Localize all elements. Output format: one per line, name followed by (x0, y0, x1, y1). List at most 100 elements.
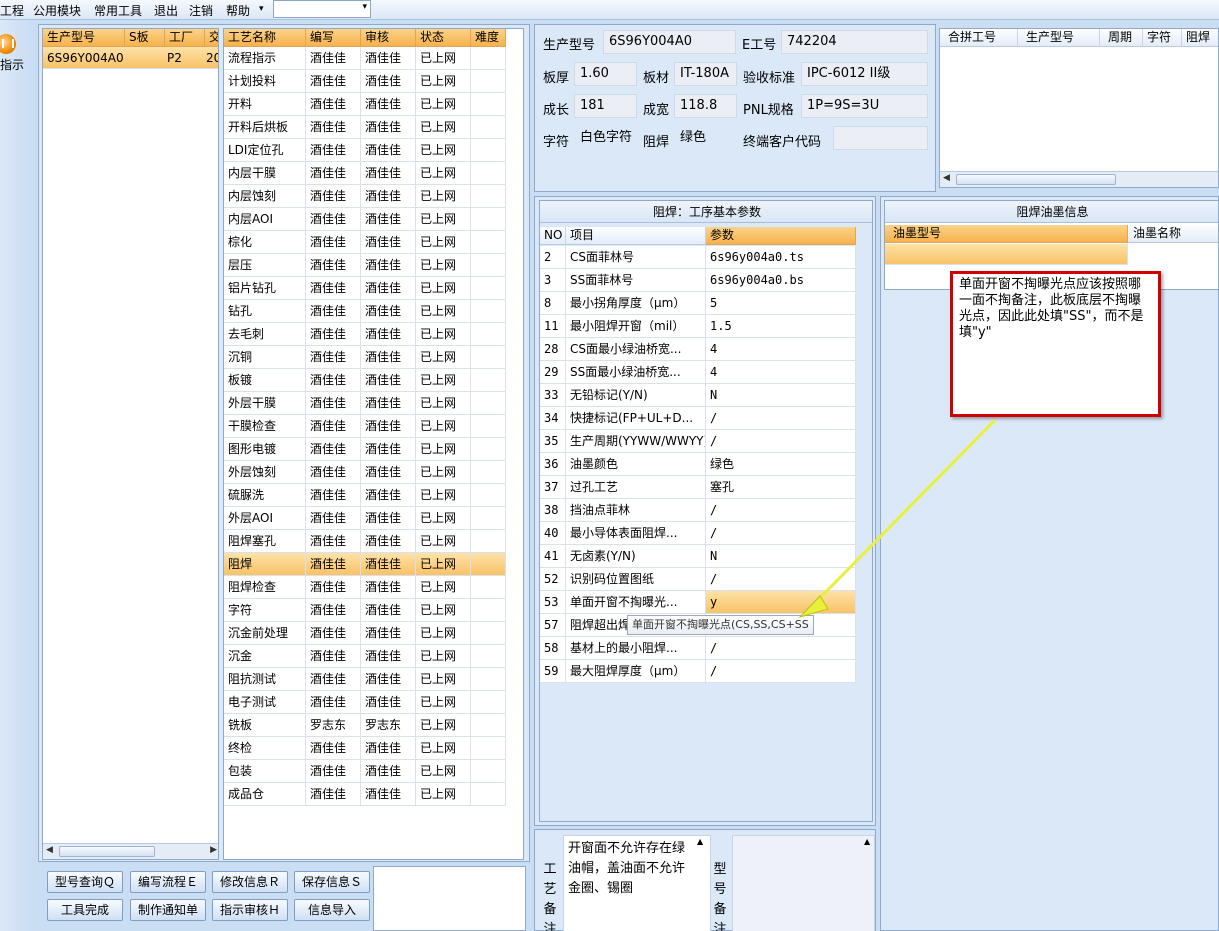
model-list-scrollbar[interactable]: ◀ ▶ (43, 843, 218, 859)
process-cell[interactable]: 罗志东 (306, 714, 361, 737)
param-value-cell[interactable]: 6s96y004a0.bs (706, 269, 856, 292)
param-item-cell[interactable]: CS面菲林号 (566, 246, 706, 269)
param-item-cell[interactable]: 油墨颜色 (566, 453, 706, 476)
param-item-cell[interactable]: 最小拐角厚度（μm） (566, 292, 706, 315)
process-name-cell[interactable]: 外层AOI (224, 507, 306, 530)
param-item-cell[interactable]: 识别码位置图纸 (566, 568, 706, 591)
merge-grid-scrollbar[interactable]: ◀ (940, 171, 1218, 187)
process-cell[interactable]: 酒佳佳 (306, 599, 361, 622)
process-cell[interactable]: 已上网 (416, 760, 471, 783)
process-cell[interactable] (471, 346, 506, 369)
col-header[interactable]: NO (540, 227, 566, 245)
param-item-cell[interactable]: 无卤素(Y/N) (566, 545, 706, 568)
process-name-cell[interactable]: 阻焊塞孔 (224, 530, 306, 553)
process-cell[interactable] (471, 760, 506, 783)
process-name-cell[interactable]: 成品仓 (224, 783, 306, 806)
process-cell[interactable]: 酒佳佳 (361, 438, 416, 461)
param-value-cell[interactable]: / (706, 407, 856, 430)
param-item-cell[interactable]: 最小导体表面阻焊... (566, 522, 706, 545)
param-no-cell[interactable]: 33 (540, 384, 566, 407)
process-cell[interactable]: 酒佳佳 (306, 645, 361, 668)
process-name-cell[interactable]: 钻孔 (224, 300, 306, 323)
process-cell[interactable]: 已上网 (416, 415, 471, 438)
process-cell[interactable]: 酒佳佳 (361, 300, 416, 323)
process-cell[interactable]: 酒佳佳 (361, 760, 416, 783)
process-name-cell[interactable]: 干膜检查 (224, 415, 306, 438)
process-name-cell[interactable]: 铣板 (224, 714, 306, 737)
process-cell[interactable]: 酒佳佳 (306, 185, 361, 208)
process-cell[interactable] (471, 323, 506, 346)
process-cell[interactable]: 酒佳佳 (361, 277, 416, 300)
process-name-cell[interactable]: 硫脲洗 (224, 484, 306, 507)
process-cell[interactable]: 已上网 (416, 622, 471, 645)
param-value-cell[interactable]: 1.5 (706, 315, 856, 338)
process-cell[interactable]: 已上网 (416, 461, 471, 484)
process-name-cell[interactable]: 板镀 (224, 369, 306, 392)
process-cell[interactable]: 酒佳佳 (306, 277, 361, 300)
param-no-cell[interactable]: 52 (540, 568, 566, 591)
col-header[interactable]: 油墨型号 (885, 225, 1128, 243)
process-cell[interactable]: 酒佳佳 (306, 162, 361, 185)
param-value-cell[interactable]: / (706, 522, 856, 545)
e-number-field[interactable]: 742204 (781, 30, 928, 54)
process-cell[interactable]: 酒佳佳 (361, 139, 416, 162)
process-cell[interactable]: 酒佳佳 (361, 346, 416, 369)
process-cell[interactable]: 酒佳佳 (306, 507, 361, 530)
menu-common-modules[interactable]: 公用模块 (33, 2, 81, 19)
param-value-cell[interactable]: 5 (706, 292, 856, 315)
process-cell[interactable]: 酒佳佳 (361, 185, 416, 208)
process-cell[interactable] (471, 47, 506, 70)
process-name-cell[interactable]: 内层蚀刻 (224, 185, 306, 208)
param-no-cell[interactable]: 8 (540, 292, 566, 315)
process-cell[interactable] (471, 438, 506, 461)
save-info-button[interactable]: 保存信息Ｓ (294, 871, 370, 893)
param-no-cell[interactable]: 2 (540, 246, 566, 269)
process-cell[interactable]: 酒佳佳 (361, 668, 416, 691)
process-cell[interactable]: 酒佳佳 (361, 323, 416, 346)
process-cell[interactable]: 酒佳佳 (306, 668, 361, 691)
param-no-cell[interactable]: 59 (540, 660, 566, 683)
process-cell[interactable]: 酒佳佳 (306, 438, 361, 461)
process-name-cell[interactable]: 沉金 (224, 645, 306, 668)
process-cell[interactable] (471, 70, 506, 93)
process-cell[interactable]: 酒佳佳 (306, 783, 361, 806)
scroll-thumb[interactable] (956, 174, 1116, 185)
col-header[interactable]: 阻焊 (1182, 29, 1218, 47)
process-cell[interactable]: 酒佳佳 (361, 783, 416, 806)
param-value-cell[interactable]: 塞孔 (706, 476, 856, 499)
param-value-cell[interactable]: / (706, 637, 856, 660)
param-no-cell[interactable]: 53 (540, 591, 566, 614)
process-cell[interactable]: 酒佳佳 (306, 461, 361, 484)
col-header[interactable]: 生产型号 (1018, 29, 1100, 47)
process-cell[interactable]: 酒佳佳 (306, 323, 361, 346)
process-cell[interactable] (471, 737, 506, 760)
process-cell[interactable]: 酒佳佳 (361, 93, 416, 116)
process-cell[interactable]: 酒佳佳 (361, 530, 416, 553)
process-cell[interactable]: 酒佳佳 (306, 392, 361, 415)
process-cell[interactable] (471, 530, 506, 553)
toolbar-combo[interactable]: ▾ (273, 0, 371, 18)
param-value-cell[interactable]: / (706, 499, 856, 522)
process-cell[interactable]: 酒佳佳 (306, 346, 361, 369)
process-cell[interactable]: 已上网 (416, 93, 471, 116)
process-cell[interactable]: 酒佳佳 (306, 70, 361, 93)
process-cell[interactable]: 已上网 (416, 162, 471, 185)
col-header[interactable]: 难度 (471, 29, 506, 47)
process-cell[interactable]: 酒佳佳 (361, 737, 416, 760)
process-cell[interactable]: 已上网 (416, 691, 471, 714)
process-cell[interactable] (471, 254, 506, 277)
col-header[interactable]: 交 (205, 29, 218, 47)
model-field[interactable]: 6S96Y004A0 (603, 30, 736, 54)
scroll-up-icon[interactable]: ▲ (864, 837, 870, 846)
process-cell[interactable]: 酒佳佳 (306, 254, 361, 277)
param-value-cell[interactable]: 6s96y004a0.ts (706, 246, 856, 269)
width-field[interactable]: 118.8 (674, 94, 737, 118)
process-cell[interactable]: 酒佳佳 (361, 553, 416, 576)
tool-done-button[interactable]: 工具完成 (47, 899, 123, 921)
process-cell[interactable]: 已上网 (416, 530, 471, 553)
param-no-cell[interactable]: 57 (540, 614, 566, 637)
col-header[interactable]: 字符 (1143, 29, 1182, 47)
process-cell[interactable]: 已上网 (416, 231, 471, 254)
process-cell[interactable] (471, 645, 506, 668)
param-item-cell[interactable]: 挡油点菲林 (566, 499, 706, 522)
